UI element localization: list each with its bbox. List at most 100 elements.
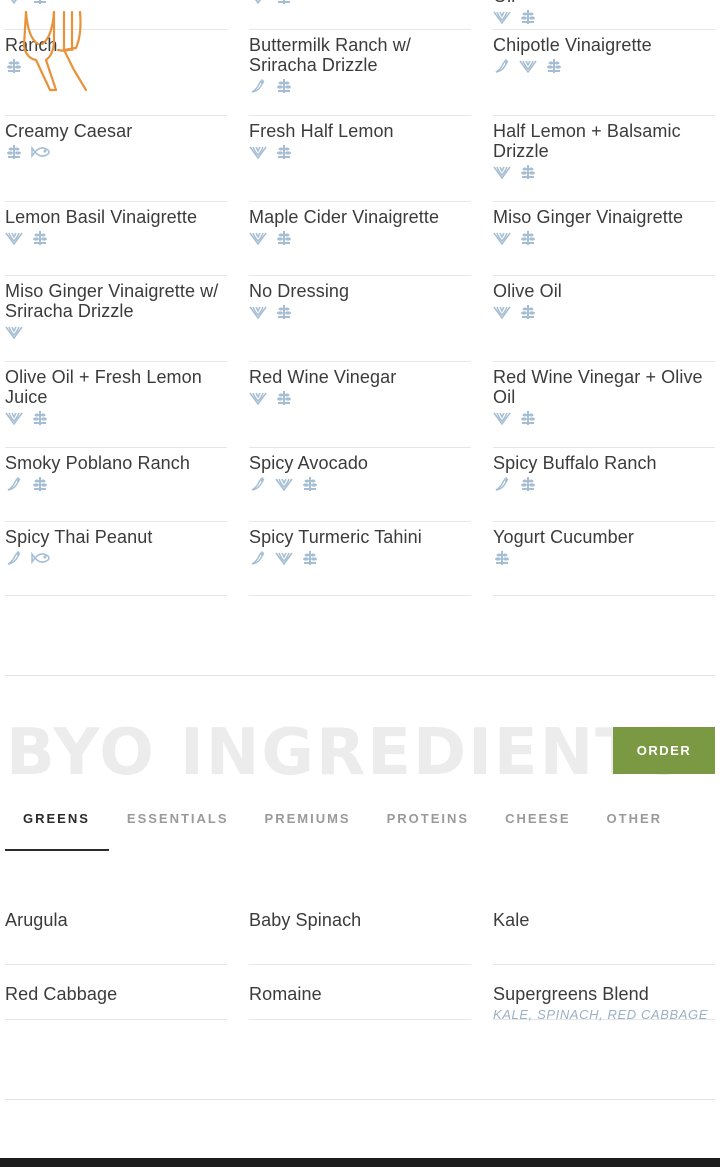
dressing-item[interactable]: Miso Ginger Vinaigrette [493, 202, 715, 276]
gluten-free-icon [519, 411, 537, 425]
dietary-icons [249, 76, 471, 96]
dietary-icons [493, 56, 715, 76]
dressing-name: Spicy Buffalo Ranch [493, 453, 657, 473]
section-divider [5, 1099, 715, 1100]
dressing-item[interactable]: Creamy Caesar [5, 116, 227, 202]
dietary-icons [5, 0, 227, 7]
tab-essentials[interactable]: ESSENTIALS [109, 800, 247, 851]
green-name: Kale [493, 910, 530, 930]
spicy-icon [5, 477, 23, 491]
gluten-free-icon [275, 305, 293, 319]
dietary-icons [249, 388, 471, 408]
gluten-free-icon [519, 10, 537, 24]
dietary-icons [249, 302, 471, 322]
green-item[interactable]: Supergreens Blend KALE, SPINACH, RED CABB… [493, 965, 715, 1022]
dressing-name: Half Lemon + Balsamic Drizzle [493, 121, 681, 161]
dressing-name: Olive Oil + Fresh Lemon Juice [5, 367, 202, 407]
dressings-section: OilRanchButtermilk Ranch w/ Sriracha Dri… [0, 0, 720, 596]
tab-greens[interactable]: GREENS [5, 800, 109, 851]
gluten-free-icon [31, 411, 49, 425]
order-button[interactable]: ORDER [613, 727, 715, 774]
green-item[interactable]: Baby Spinach [249, 910, 471, 965]
dressing-item[interactable]: Yogurt Cucumber [493, 522, 715, 596]
dietary-icons [493, 548, 715, 568]
dietary-icons [493, 302, 715, 322]
green-item[interactable]: Romaine [249, 965, 471, 1020]
spicy-icon [493, 477, 511, 491]
dressing-name: Maple Cider Vinaigrette [249, 207, 440, 227]
dietary-icons [493, 228, 715, 248]
dietary-icons [493, 162, 715, 182]
fish-icon [31, 145, 51, 159]
spicy-icon [249, 79, 267, 93]
dressing-item[interactable]: Spicy Buffalo Ranch [493, 448, 715, 522]
dietary-icons [493, 7, 715, 27]
gluten-free-icon [519, 165, 537, 179]
dressing-name: Oil [493, 0, 715, 6]
gluten-free-icon [301, 551, 319, 565]
footer-bar [0, 1158, 720, 1167]
dressing-item[interactable]: Smoky Poblano Ranch [5, 448, 227, 522]
dressing-name: Spicy Turmeric Tahini [249, 527, 422, 547]
dietary-icons [249, 474, 471, 494]
gluten-free-icon [493, 551, 511, 565]
dietary-icons [5, 548, 227, 568]
dressing-item[interactable]: Lemon Basil Vinaigrette [5, 202, 227, 276]
green-item[interactable]: Kale [493, 910, 715, 965]
tab-cheese[interactable]: CHEESE [487, 800, 588, 851]
dressing-name: Olive Oil [493, 281, 562, 301]
dressing-item[interactable]: Half Lemon + Balsamic Drizzle [493, 116, 715, 202]
green-subtitle: KALE, SPINACH, RED CABBAGE [493, 1007, 708, 1022]
dressing-name: Miso Ginger Vinaigrette w/ Sriracha Driz… [5, 281, 219, 321]
dietary-icons [5, 142, 227, 162]
spicy-icon [493, 59, 511, 73]
vegetarian-icon [493, 231, 511, 245]
gluten-free-icon [519, 305, 537, 319]
dressing-item[interactable]: Miso Ginger Vinaigrette w/ Sriracha Driz… [5, 276, 227, 362]
dressing-item[interactable]: Fresh Half Lemon [249, 116, 471, 202]
dressing-name: Miso Ginger Vinaigrette [493, 207, 684, 227]
green-item[interactable]: Red Cabbage [5, 965, 227, 1020]
dressing-item[interactable]: No Dressing [249, 276, 471, 362]
green-item[interactable]: Arugula [5, 910, 227, 965]
gluten-free-icon [275, 145, 293, 159]
vegetarian-icon [493, 305, 511, 319]
green-name: Baby Spinach [249, 910, 362, 930]
dressing-item[interactable]: Oil [493, 0, 715, 30]
greens-grid: Arugula Baby Spinach Kale Red Cabbage Romain… [0, 910, 720, 1039]
spicy-icon [249, 477, 267, 491]
byo-title: BYO INGREDIENTS [6, 716, 689, 790]
dressing-name: Creamy Caesar [5, 121, 133, 141]
dressing-item[interactable]: Chipotle Vinaigrette [493, 30, 715, 116]
tab-premiums[interactable]: PREMIUMS [247, 800, 369, 851]
vegetarian-icon [5, 231, 23, 245]
vegetarian-icon [493, 165, 511, 179]
dressing-item[interactable]: Red Wine Vinegar [249, 362, 471, 448]
gluten-free-icon [31, 231, 49, 245]
dressing-item[interactable]: Red Wine Vinegar + Olive Oil [493, 362, 715, 448]
green-name: Arugula [5, 910, 68, 930]
ingredient-tabs: GREENS ESSENTIALS PREMIUMS PROTEINS CHEESE OT… [5, 800, 680, 852]
greens-section: Arugula Baby Spinach Kale Red Cabbage Romain… [0, 910, 720, 1039]
dressing-item[interactable]: Olive Oil + Fresh Lemon Juice [5, 362, 227, 448]
green-name: Supergreens Blend [493, 984, 649, 1004]
dressings-grid: OilRanchButtermilk Ranch w/ Sriracha Dri… [0, 0, 720, 596]
gluten-free-icon [545, 59, 563, 73]
dressing-name: Chipotle Vinaigrette [493, 35, 652, 55]
dressing-item[interactable]: Spicy Avocado [249, 448, 471, 522]
gluten-free-icon [275, 79, 293, 93]
dressing-item[interactable]: Buttermilk Ranch w/ Sriracha Drizzle [249, 30, 471, 116]
section-divider [5, 675, 715, 676]
vegetarian-icon [5, 411, 23, 425]
dressing-name: Lemon Basil Vinaigrette [5, 207, 198, 227]
dressing-item[interactable]: Spicy Thai Peanut [5, 522, 227, 596]
tab-proteins[interactable]: PROTEINS [369, 800, 487, 851]
gluten-free-icon [5, 145, 23, 159]
dressing-item[interactable]: Maple Cider Vinaigrette [249, 202, 471, 276]
dressing-item[interactable]: Olive Oil [493, 276, 715, 362]
dietary-icons [249, 0, 471, 7]
vegetarian-icon [249, 305, 267, 319]
dressing-item[interactable] [249, 0, 471, 30]
dressing-item[interactable]: Spicy Turmeric Tahini [249, 522, 471, 596]
tab-other[interactable]: OTHER [589, 800, 681, 851]
